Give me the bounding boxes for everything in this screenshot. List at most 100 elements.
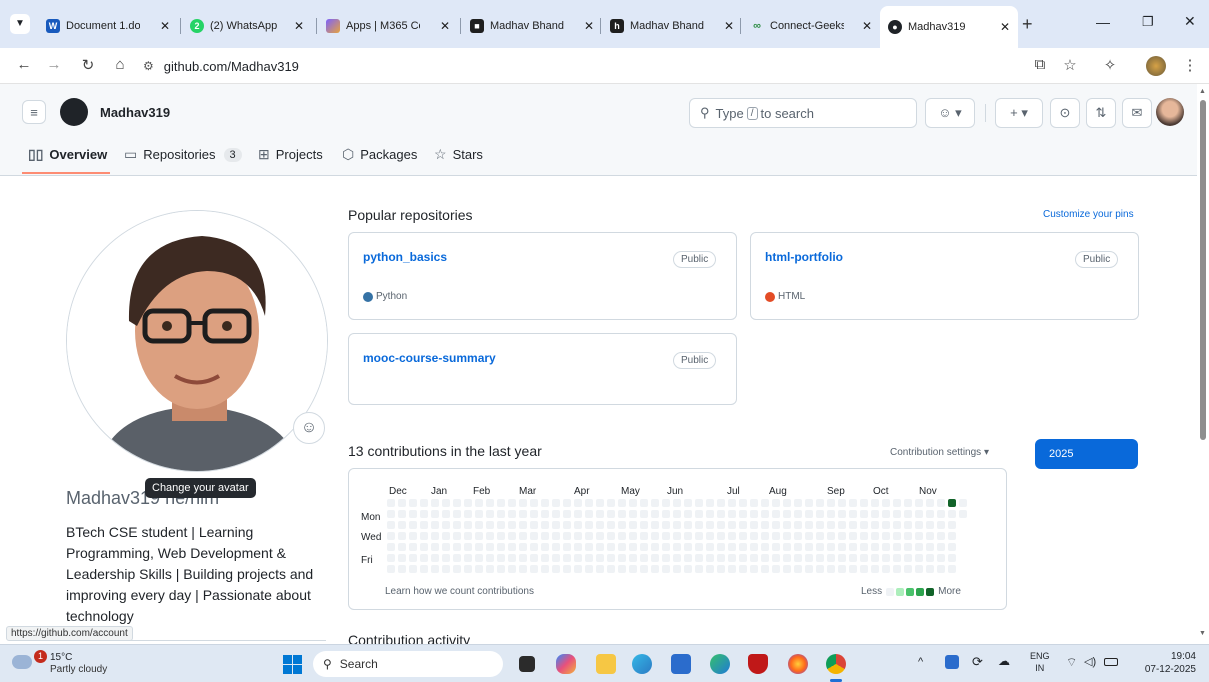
contribution-cell[interactable] xyxy=(409,565,417,573)
contribution-cell[interactable] xyxy=(574,543,582,551)
contribution-cell[interactable] xyxy=(739,521,747,529)
contribution-cell[interactable] xyxy=(651,565,659,573)
contribution-cell[interactable] xyxy=(475,510,483,518)
contribution-cell[interactable] xyxy=(398,499,406,507)
firefox-icon[interactable] xyxy=(788,654,808,674)
contribution-cell[interactable] xyxy=(750,554,758,562)
copilot-button[interactable]: ☺ ▾ xyxy=(925,98,975,128)
contribution-cell[interactable] xyxy=(761,554,769,562)
contribution-cell[interactable] xyxy=(750,521,758,529)
pull-requests-icon[interactable]: ⇅ xyxy=(1086,98,1116,128)
contribution-cell[interactable] xyxy=(464,532,472,540)
contribution-cell[interactable] xyxy=(442,521,450,529)
contribution-cell[interactable] xyxy=(673,554,681,562)
contribution-cell[interactable] xyxy=(530,499,538,507)
contribution-cell[interactable] xyxy=(904,543,912,551)
contribution-cell[interactable] xyxy=(728,543,736,551)
contribution-cell[interactable] xyxy=(651,543,659,551)
contribution-cell[interactable] xyxy=(827,543,835,551)
contribution-cell[interactable] xyxy=(475,565,483,573)
contribution-cell[interactable] xyxy=(541,554,549,562)
contribution-cell[interactable] xyxy=(651,554,659,562)
contribution-cell[interactable] xyxy=(794,565,802,573)
contribution-cell[interactable] xyxy=(772,565,780,573)
hamburger-menu-button[interactable]: ≡ xyxy=(22,100,46,124)
contribution-cell[interactable] xyxy=(552,499,560,507)
contribution-cell[interactable] xyxy=(695,499,703,507)
contribution-cell[interactable] xyxy=(387,554,395,562)
contribution-cell[interactable] xyxy=(585,543,593,551)
contribution-cell[interactable] xyxy=(728,510,736,518)
contribution-cell[interactable] xyxy=(717,510,725,518)
contribution-cell[interactable] xyxy=(827,554,835,562)
contribution-cell[interactable] xyxy=(508,499,516,507)
contribution-cell[interactable] xyxy=(508,554,516,562)
contribution-cell[interactable] xyxy=(486,521,494,529)
contribution-cell[interactable] xyxy=(585,510,593,518)
extensions-icon[interactable]: ✧ xyxy=(1100,56,1120,74)
contribution-cell[interactable] xyxy=(838,565,846,573)
contribution-cell[interactable] xyxy=(937,499,945,507)
close-tab-icon[interactable]: ✕ xyxy=(862,19,872,33)
contribution-cell[interactable] xyxy=(541,521,549,529)
contribution-cell[interactable] xyxy=(849,510,857,518)
contribution-cell[interactable] xyxy=(431,565,439,573)
contribution-cell[interactable] xyxy=(387,521,395,529)
contribution-cell[interactable] xyxy=(926,565,934,573)
contribution-cell[interactable] xyxy=(574,554,582,562)
contribution-cell[interactable] xyxy=(629,521,637,529)
contribution-cell[interactable] xyxy=(915,565,923,573)
contribution-cell[interactable] xyxy=(398,543,406,551)
contribution-cell[interactable] xyxy=(442,532,450,540)
clock[interactable]: 19:04 07-12-2025 xyxy=(1138,650,1196,676)
contribution-cell[interactable] xyxy=(475,499,483,507)
contribution-cell[interactable] xyxy=(706,532,714,540)
contribution-cell[interactable] xyxy=(431,543,439,551)
contribution-cell[interactable] xyxy=(596,565,604,573)
contribution-cell[interactable] xyxy=(926,499,934,507)
tab-repositories[interactable]: ▭ Repositories 3 xyxy=(124,146,242,163)
windows-start-icon[interactable] xyxy=(283,655,302,674)
contribution-cell[interactable] xyxy=(431,532,439,540)
contribution-cell[interactable] xyxy=(497,532,505,540)
user-avatar[interactable] xyxy=(1156,98,1184,126)
contribution-cell[interactable] xyxy=(871,543,879,551)
contribution-cell[interactable] xyxy=(706,543,714,551)
contribution-cell[interactable] xyxy=(805,521,813,529)
contribution-cell[interactable] xyxy=(794,543,802,551)
contribution-cell[interactable] xyxy=(618,499,626,507)
contribution-cell[interactable] xyxy=(519,543,527,551)
contribution-cell[interactable] xyxy=(783,510,791,518)
reload-icon[interactable]: ↻ xyxy=(78,56,98,74)
contribution-cell[interactable] xyxy=(717,521,725,529)
language-indicator[interactable]: ENG IN xyxy=(1030,650,1050,674)
browser-tab[interactable]: ∞ Connect-Geeksf ✕ xyxy=(742,11,880,41)
contribution-cell[interactable] xyxy=(431,510,439,518)
contribution-cell[interactable] xyxy=(695,565,703,573)
copilot-app-icon[interactable] xyxy=(556,654,576,674)
contribution-cell[interactable] xyxy=(838,532,846,540)
contribution-cell[interactable] xyxy=(673,565,681,573)
contribution-cell[interactable] xyxy=(893,510,901,518)
contribution-cell[interactable] xyxy=(596,521,604,529)
contribution-cell[interactable] xyxy=(519,521,527,529)
contribution-cell[interactable] xyxy=(761,521,769,529)
contribution-cell[interactable] xyxy=(486,510,494,518)
contribution-cell[interactable] xyxy=(552,521,560,529)
contribution-cell[interactable] xyxy=(805,532,813,540)
contribution-cell[interactable] xyxy=(772,499,780,507)
inbox-icon[interactable]: ✉ xyxy=(1122,98,1152,128)
contribution-cell[interactable] xyxy=(530,532,538,540)
contribution-cell[interactable] xyxy=(464,521,472,529)
contribution-cell[interactable] xyxy=(673,499,681,507)
contribution-cell[interactable] xyxy=(904,532,912,540)
contribution-cell[interactable] xyxy=(926,510,934,518)
contribution-cell[interactable] xyxy=(926,521,934,529)
contribution-cell[interactable] xyxy=(728,521,736,529)
contribution-cell[interactable] xyxy=(893,565,901,573)
contribution-cell[interactable] xyxy=(585,554,593,562)
search-input[interactable]: ⚲ Type / to search xyxy=(689,98,917,128)
contribution-cell[interactable] xyxy=(563,521,571,529)
browser-tab[interactable]: W Document 1.doc ✕ xyxy=(38,11,178,41)
close-window-button[interactable]: ✕ xyxy=(1184,13,1196,30)
